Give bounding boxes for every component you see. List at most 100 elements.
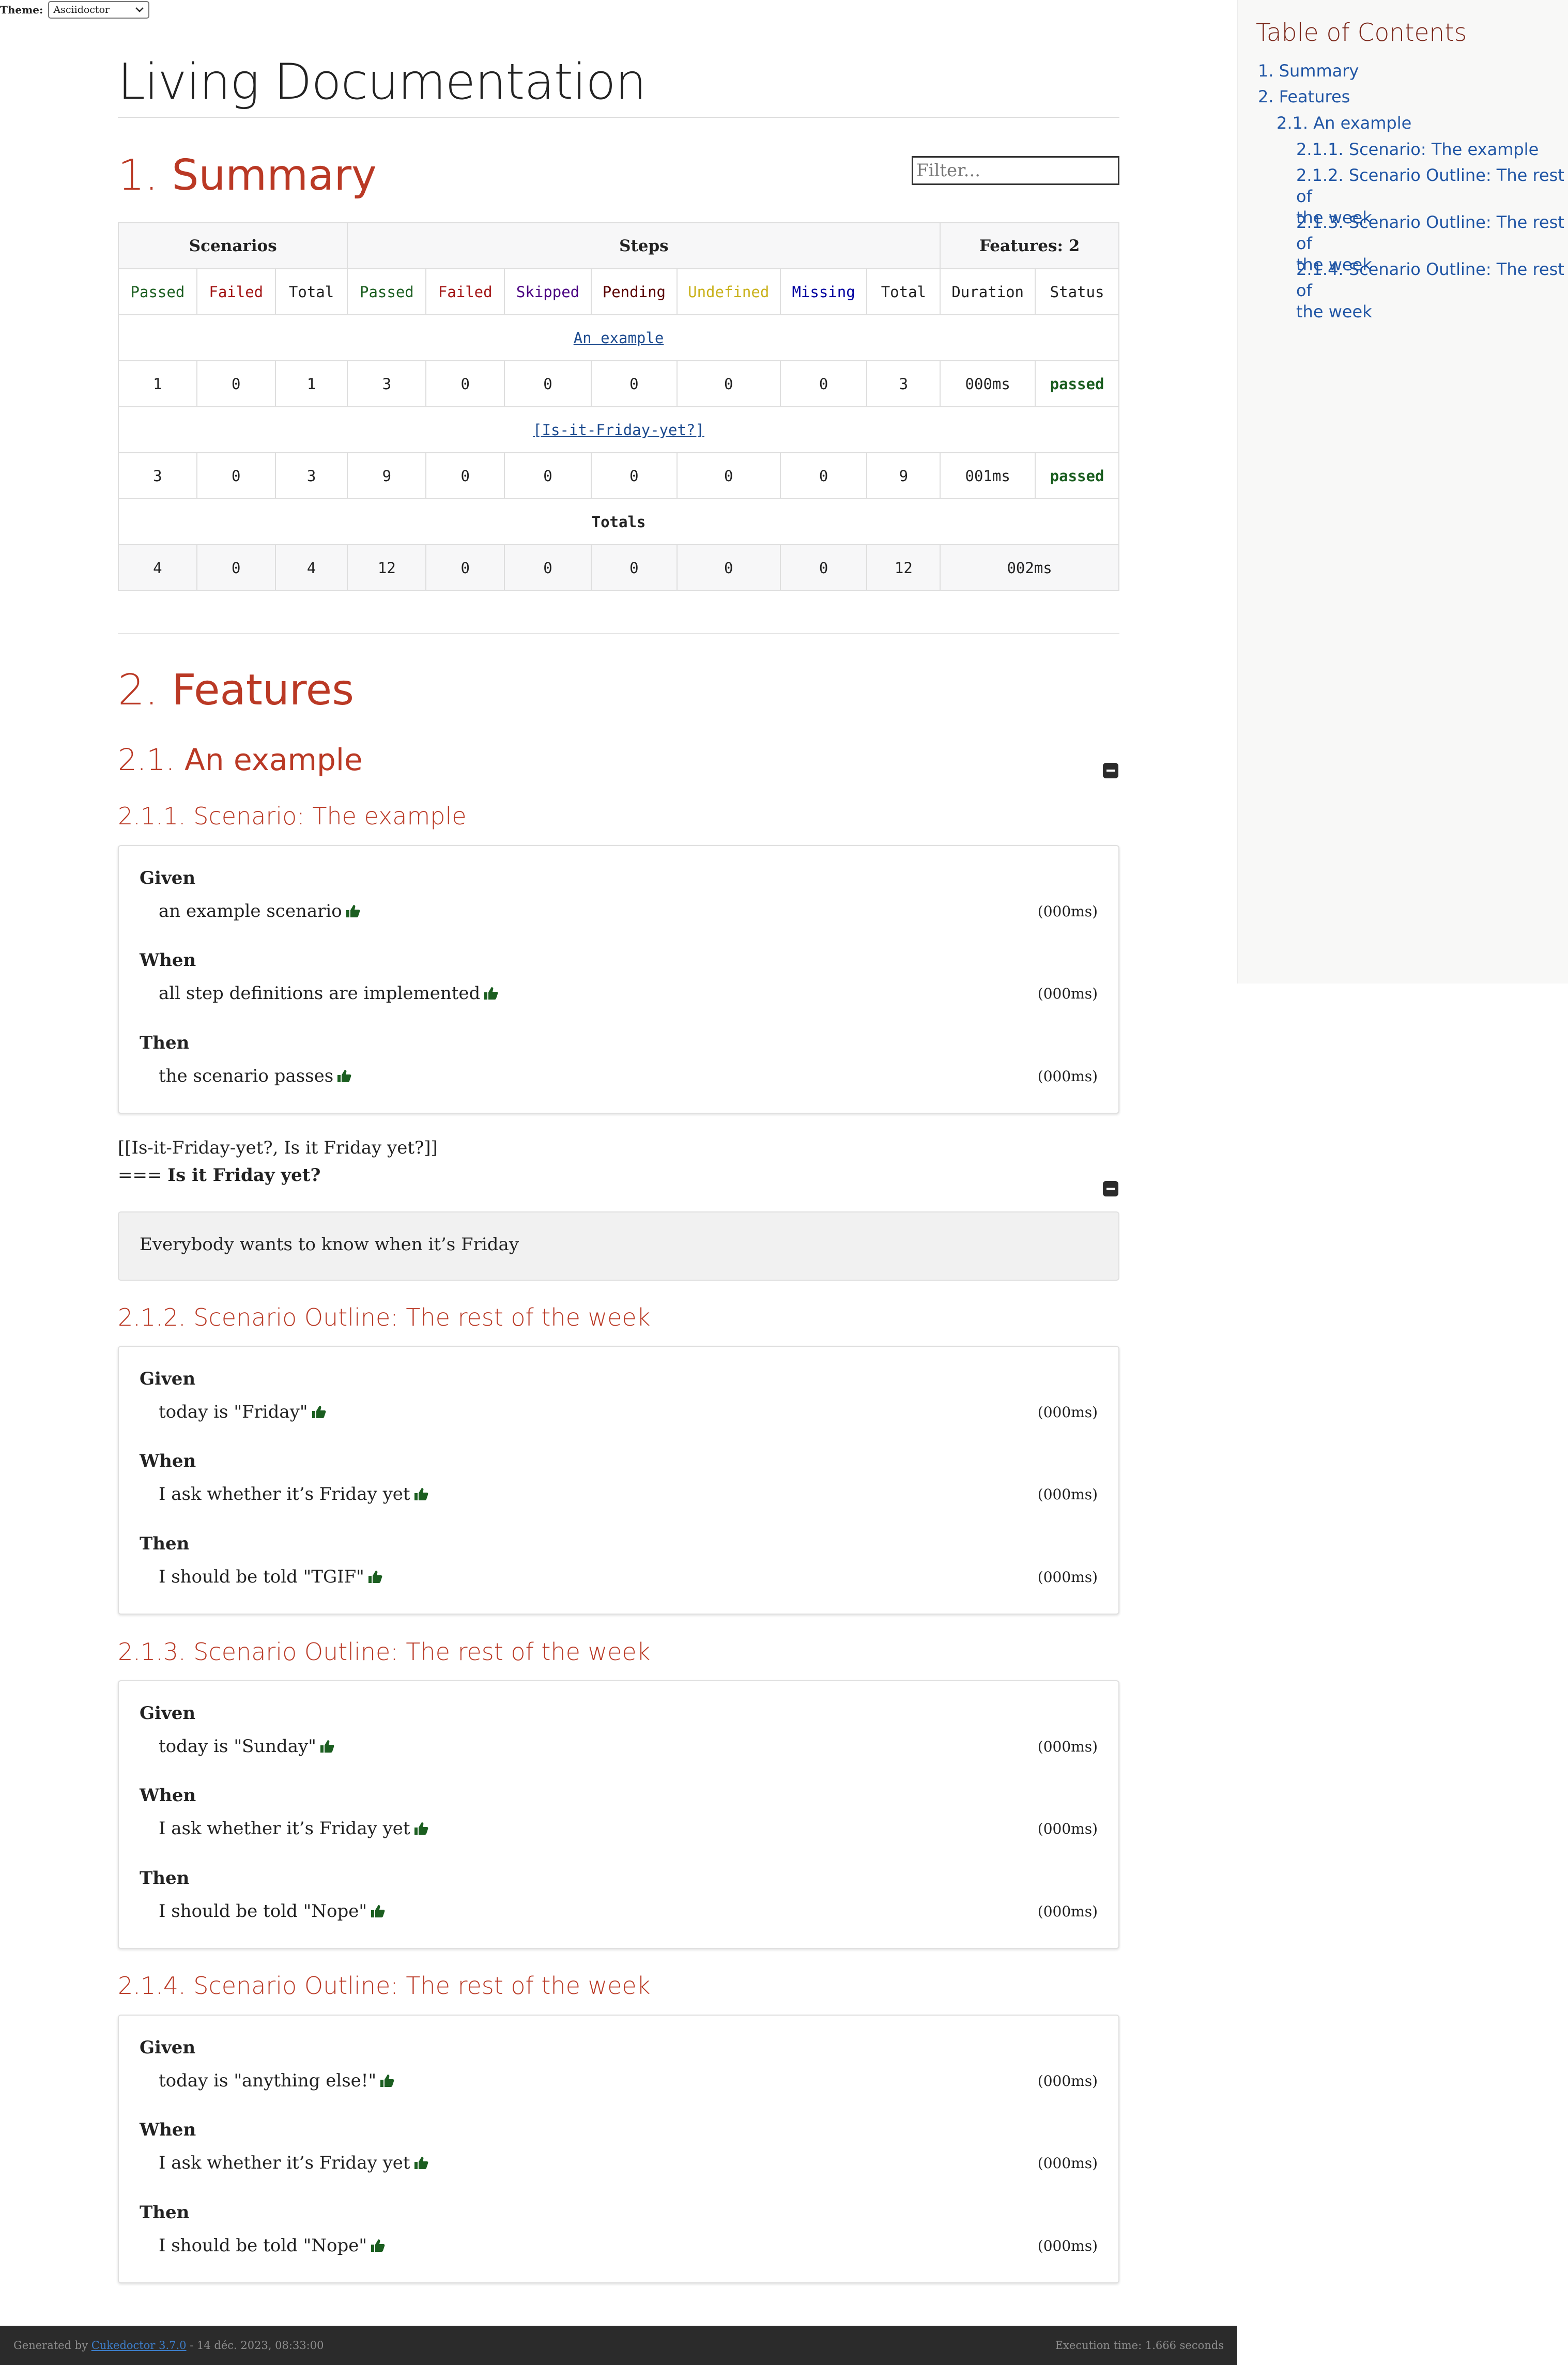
toc-item-summary[interactable]: 1. Summary: [1258, 60, 1359, 82]
col-steps-passed: Passed: [347, 268, 427, 315]
thumbs-up-icon: [371, 2239, 385, 2252]
scenario-steps-box: Given today is "Friday" (000ms) When I a…: [118, 1346, 1119, 1615]
duration-cell: 001ms: [940, 452, 1036, 499]
step-keyword: Given: [140, 1369, 196, 1389]
col-scenarios-total: Total: [274, 268, 348, 315]
step-keyword: Given: [140, 2037, 196, 2058]
step-text: all step definitions are implemented: [159, 983, 481, 1004]
toc-item-an-example[interactable]: 2.1. An example: [1277, 113, 1411, 134]
section-divider: [118, 633, 1119, 634]
toc-item-scenario-2-1-4[interactable]: 2.1.4. Scenario Outline: The rest of the …: [1296, 259, 1568, 323]
thumbs-up-icon: [320, 1740, 334, 1753]
step-keyword: When: [140, 950, 196, 971]
thumbs-up-icon: [337, 1070, 351, 1082]
step-keyword: Then: [140, 1033, 190, 1053]
status-cell: passed: [1035, 360, 1119, 407]
stat-cell: 0: [504, 452, 592, 499]
stat-cell: 0: [425, 452, 505, 499]
col-steps-undefined: Undefined: [676, 268, 781, 315]
total-cell: 0: [425, 544, 505, 591]
stat-cell: 0: [779, 360, 868, 407]
generator-link[interactable]: Cukedoctor 3.7.0: [91, 2339, 187, 2352]
summary-title: Summary: [172, 151, 377, 200]
step-keyword: When: [140, 1451, 196, 1471]
collapse-toggle-an-example[interactable]: [1103, 763, 1118, 778]
col-steps-missing: Missing: [779, 268, 868, 315]
step-text: I ask whether it’s Friday yet: [159, 1484, 410, 1504]
total-cell: 0: [196, 544, 276, 591]
toc-item-features[interactable]: 2. Features: [1258, 86, 1350, 108]
theme-label: Theme:: [0, 4, 43, 16]
features-count-header: Features: 2: [940, 222, 1119, 269]
step-duration: (000ms): [1037, 985, 1098, 1002]
table-of-contents: Table of Contents 1. Summary 2. Features…: [1237, 0, 1568, 984]
column-header-row: Passed Failed Total Passed Failed Skippe…: [118, 268, 1119, 315]
scenario-steps-box: Given today is "anything else!" (000ms) …: [118, 2015, 1119, 2283]
thumbs-up-icon: [312, 1406, 326, 1418]
feature-stats-row: 3 0 3 9 0 0 0 0 0 9 001ms passed: [118, 452, 1119, 499]
stat-cell: 3: [274, 452, 348, 499]
step-duration: (000ms): [1037, 1486, 1098, 1503]
totals-row: 4 0 4 12 0 0 0 0 0 12 002ms: [118, 544, 1119, 591]
step-keyword: Given: [140, 868, 196, 888]
scenario-steps-box: Given an example scenario (000ms) When a…: [118, 845, 1119, 1114]
status-cell: passed: [1035, 452, 1119, 499]
stat-cell: 0: [196, 452, 276, 499]
scenario-heading: 2.1.1. Scenario: The example: [118, 802, 467, 830]
stat-cell: 0: [425, 360, 505, 407]
toc-item-number: 2.: [1258, 87, 1274, 106]
stat-cell: 3: [866, 360, 941, 407]
total-cell: 0: [590, 544, 678, 591]
filter-input[interactable]: [912, 156, 1119, 185]
toc-item-scenario-2-1-1[interactable]: 2.1.1. Scenario: The example: [1296, 139, 1539, 160]
step-keyword: When: [140, 1785, 196, 1806]
feature-stats-row: 1 0 1 3 0 0 0 0 0 3 000ms passed: [118, 360, 1119, 407]
thumbs-up-icon: [380, 2075, 394, 2087]
feature-anchor-line: [[Is-it-Friday-yet?, Is it Friday yet?]]: [118, 1138, 438, 1158]
feature-name-row: An example: [118, 314, 1119, 361]
feature-link-an-example[interactable]: An example: [574, 329, 664, 347]
stat-cell: 9: [347, 452, 427, 499]
step-duration: (000ms): [1037, 1738, 1098, 1755]
feature-link-is-it-friday-yet[interactable]: [Is-it-Friday-yet?]: [533, 421, 704, 439]
step-line: I should be told "Nope": [159, 2235, 386, 2256]
step-duration: (000ms): [1037, 903, 1098, 920]
col-steps-pending: Pending: [590, 268, 678, 315]
step-duration: (000ms): [1037, 1068, 1098, 1085]
col-steps-skipped: Skipped: [504, 268, 592, 315]
scenario-heading: 2.1.4. Scenario Outline: The rest of the…: [118, 1972, 651, 2000]
col-scenarios-passed: Passed: [118, 268, 197, 315]
step-duration: (000ms): [1037, 2072, 1098, 2090]
feature-name-row: [Is-it-Friday-yet?]: [118, 406, 1119, 453]
toc-item-label: 2.1.3. Scenario Outline: The rest of: [1296, 212, 1564, 253]
total-cell: 0: [779, 544, 868, 591]
toc-item-label-cont: the week: [1296, 302, 1372, 321]
total-cell: 0: [676, 544, 781, 591]
summary-heading: 1. Summary: [118, 151, 377, 200]
total-cell: 0: [504, 544, 592, 591]
thumbs-up-icon: [368, 1571, 382, 1583]
steps-group-header: Steps: [347, 222, 941, 269]
theme-bar: Theme: Asciidoctor: [0, 0, 150, 20]
step-text: I ask whether it’s Friday yet: [159, 2153, 410, 2173]
stat-cell: 1: [118, 360, 197, 407]
stat-cell: 9: [866, 452, 941, 499]
stat-cell: 0: [676, 452, 781, 499]
step-text: today is "Friday": [159, 1402, 308, 1422]
stat-cell: 0: [196, 360, 276, 407]
stat-cell: 0: [676, 360, 781, 407]
step-duration: (000ms): [1037, 1820, 1098, 1837]
summary-number: 1.: [118, 151, 159, 200]
step-duration: (000ms): [1037, 2237, 1098, 2254]
step-duration: (000ms): [1037, 1903, 1098, 1920]
footer: Generated by Cukedoctor 3.7.0 - 14 déc. …: [0, 2326, 1237, 2365]
thumbs-up-icon: [484, 987, 498, 1000]
col-scenarios-failed: Failed: [196, 268, 276, 315]
theme-select[interactable]: Asciidoctor: [48, 1, 150, 19]
step-text: today is "anything else!": [159, 2070, 377, 2091]
step-text: the scenario passes: [159, 1066, 334, 1086]
toc-item-number: 1.: [1258, 61, 1274, 81]
chevron-down-icon: [135, 7, 144, 12]
col-steps-failed: Failed: [425, 268, 505, 315]
collapse-toggle-is-it-friday-yet[interactable]: [1103, 1181, 1118, 1196]
